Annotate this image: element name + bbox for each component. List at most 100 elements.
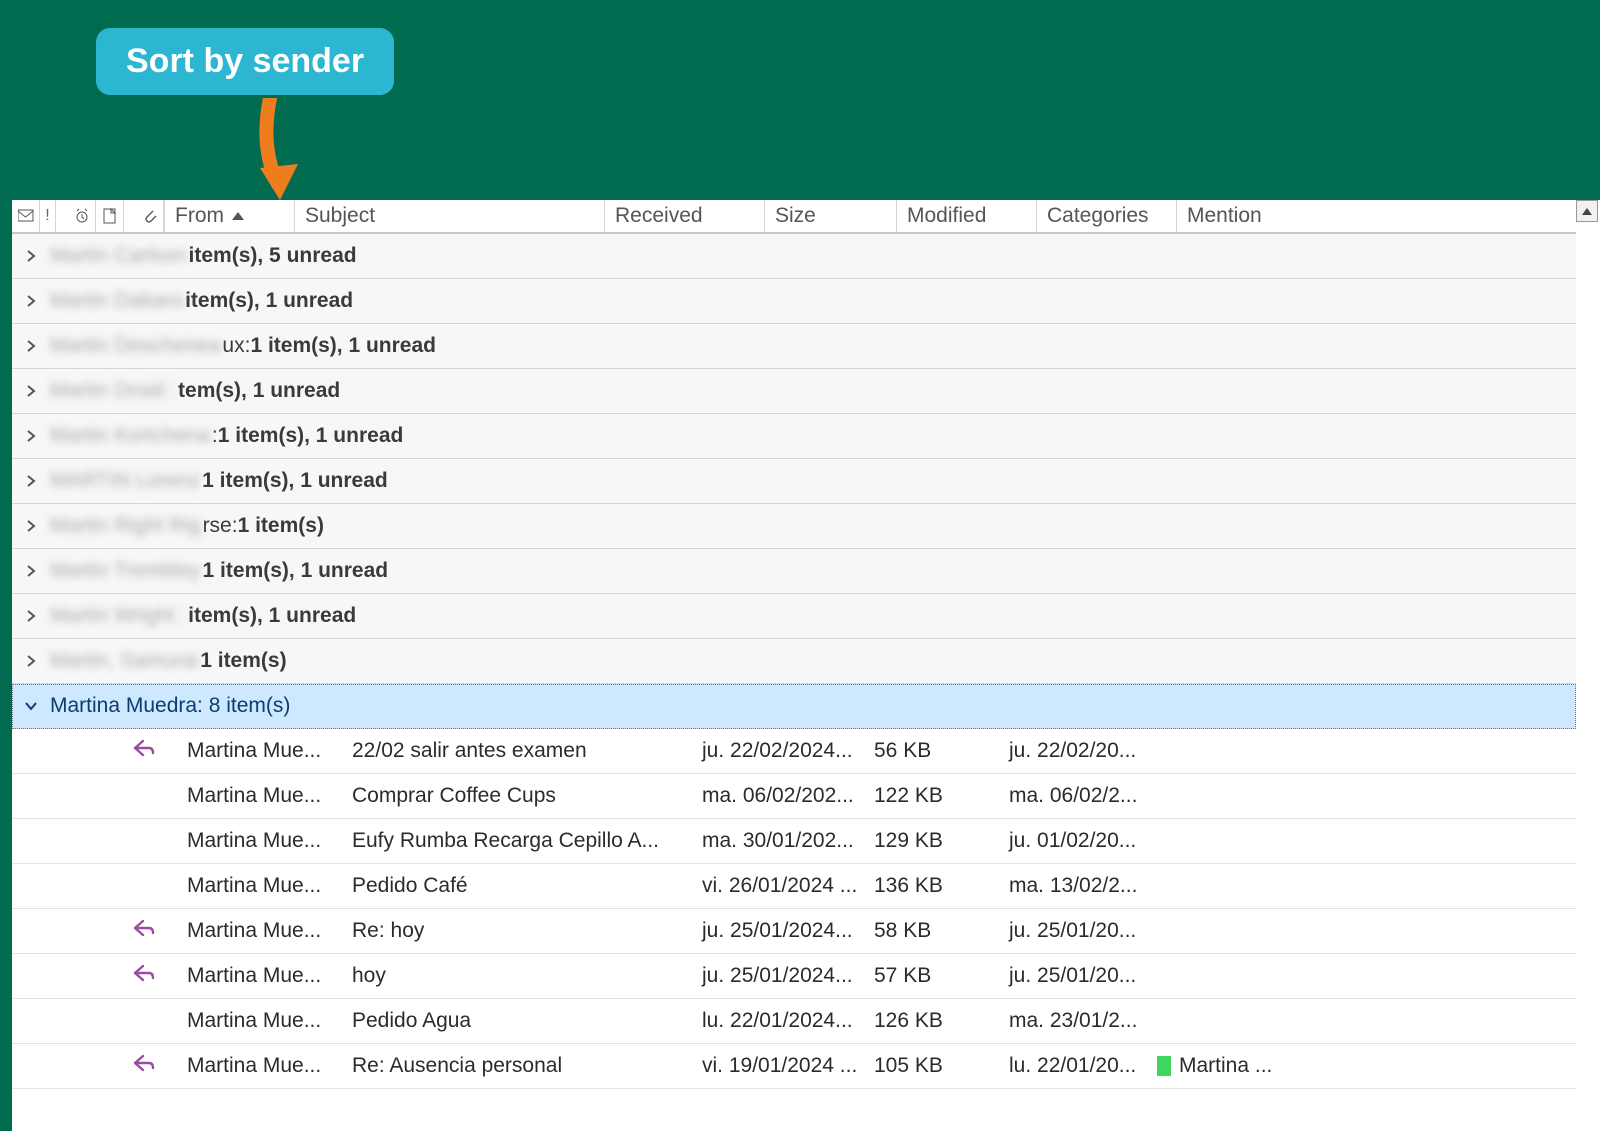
message-modified: ma. 06/02/2...	[1009, 784, 1157, 808]
reply-icon	[131, 917, 157, 946]
group-suffix: ux:	[222, 334, 250, 358]
group-title: Martina Muedra: 8 item(s)	[50, 694, 290, 718]
column-header-categories[interactable]: Categories	[1036, 200, 1176, 232]
chevron-right-icon	[24, 294, 42, 308]
scroll-up-button[interactable]	[1576, 200, 1598, 222]
message-size: 122 KB	[874, 784, 1009, 808]
message-subject: Re: Ausencia personal	[352, 1054, 702, 1078]
message-modified: ju. 01/02/20...	[1009, 829, 1157, 853]
message-category: Martina ...	[1157, 1054, 1272, 1078]
message-row[interactable]: Martina Mue...Pedido Agualu. 22/01/2024.…	[12, 999, 1576, 1044]
group-suffix: rse:	[203, 514, 238, 538]
group-sender-blurred: Martin Deschenea	[50, 334, 220, 358]
message-received: vi. 26/01/2024 ...	[702, 874, 874, 898]
message-received: ma. 30/01/202...	[702, 829, 874, 853]
message-received: lu. 22/01/2024...	[702, 1009, 874, 1033]
message-modified: ju. 22/02/20...	[1009, 739, 1157, 763]
message-size: 129 KB	[874, 829, 1009, 853]
group-count: 1 item(s)	[200, 649, 286, 673]
reply-cell	[12, 1052, 187, 1081]
column-header-modified-label: Modified	[907, 204, 986, 228]
column-header-received[interactable]: Received	[604, 200, 764, 232]
group-sender-blurred: Martin Wright :	[50, 604, 186, 628]
group-row[interactable]: Martin Right Rigrse: 1 item(s)	[12, 504, 1576, 549]
message-size: 56 KB	[874, 739, 1009, 763]
group-count: item(s), 5 unread	[189, 244, 357, 268]
annotation-arrow-icon	[230, 98, 310, 218]
group-row[interactable]: Martin, Samurai1 item(s)	[12, 639, 1576, 684]
group-row[interactable]: Martin Kortchena: 1 item(s), 1 unread	[12, 414, 1576, 459]
message-modified: ma. 23/01/2...	[1009, 1009, 1157, 1033]
groups-list: Martin Carlsonitem(s), 5 unreadMartin Da…	[12, 234, 1576, 684]
message-row[interactable]: Martina Mue...Re: Ausencia personalvi. 1…	[12, 1044, 1576, 1089]
message-received: ma. 06/02/202...	[702, 784, 874, 808]
column-importance-icon[interactable]: !	[40, 200, 56, 232]
group-row[interactable]: MARTIN Lorenz1 item(s), 1 unread	[12, 459, 1576, 504]
message-from: Martina Mue...	[187, 829, 352, 853]
message-size: 136 KB	[874, 874, 1009, 898]
column-header-categories-label: Categories	[1047, 204, 1149, 228]
group-count: 1 item(s), 1 unread	[203, 559, 389, 583]
group-count: tem(s), 1 unread	[178, 379, 340, 403]
message-modified: ju. 25/01/20...	[1009, 919, 1157, 943]
group-row[interactable]: Martin Dabaroitem(s), 1 unread	[12, 279, 1576, 324]
message-row[interactable]: Martina Mue...Pedido Cafévi. 26/01/2024 …	[12, 864, 1576, 909]
message-from: Martina Mue...	[187, 874, 352, 898]
group-sender-blurred: Martin, Samurai	[50, 649, 198, 673]
chevron-right-icon	[24, 384, 42, 398]
message-row[interactable]: Martina Mue...hoyju. 25/01/2024...57 KBj…	[12, 954, 1576, 999]
message-modified: lu. 22/01/20...	[1009, 1054, 1157, 1078]
message-from: Martina Mue...	[187, 919, 352, 943]
column-icon-icon[interactable]	[96, 200, 124, 232]
group-sender-blurred: MARTIN Lorenz	[50, 469, 200, 493]
group-sender-blurred: Martin Dabaro	[50, 289, 183, 313]
column-attachment-icon[interactable]	[136, 200, 164, 232]
chevron-right-icon	[24, 519, 42, 533]
message-received: ju. 25/01/2024...	[702, 964, 874, 988]
group-count: item(s), 1 unread	[188, 604, 356, 628]
reply-icon	[131, 962, 157, 991]
group-row[interactable]: Martin Droid :tem(s), 1 unread	[12, 369, 1576, 414]
chevron-right-icon	[24, 564, 42, 578]
chevron-right-icon	[24, 339, 42, 353]
message-size: 57 KB	[874, 964, 1009, 988]
chevron-right-icon	[24, 654, 42, 668]
group-count: item(s), 1 unread	[185, 289, 353, 313]
group-row[interactable]: Martin Descheneaux: 1 item(s), 1 unread	[12, 324, 1576, 369]
message-row[interactable]: Martina Mue...Comprar Coffee Cupsma. 06/…	[12, 774, 1576, 819]
reply-cell	[12, 962, 187, 991]
message-modified: ma. 13/02/2...	[1009, 874, 1157, 898]
column-reminder-icon[interactable]	[68, 200, 96, 232]
reply-cell	[12, 917, 187, 946]
column-header-subject[interactable]: Subject	[294, 200, 604, 232]
group-row[interactable]: Martin Wright :item(s), 1 unread	[12, 594, 1576, 639]
column-spacer	[56, 200, 68, 232]
group-sender-blurred: Martin Kortchena	[50, 424, 210, 448]
message-size: 58 KB	[874, 919, 1009, 943]
message-row[interactable]: Martina Mue...Re: hoyju. 25/01/2024...58…	[12, 909, 1576, 954]
column-header-mention[interactable]: Mention	[1176, 200, 1376, 232]
message-subject: Pedido Agua	[352, 1009, 702, 1033]
group-sender-blurred: Martin Right Rig	[50, 514, 201, 538]
message-row[interactable]: Martina Mue...22/02 salir antes examenju…	[12, 729, 1576, 774]
message-subject: Eufy Rumba Recarga Cepillo A...	[352, 829, 702, 853]
message-received: ju. 25/01/2024...	[702, 919, 874, 943]
annotation-text: Sort by sender	[126, 42, 364, 80]
column-header-size[interactable]: Size	[764, 200, 896, 232]
category-swatch	[1157, 1056, 1171, 1076]
column-header-subject-label: Subject	[305, 204, 375, 228]
column-header-received-label: Received	[615, 204, 703, 228]
message-subject: hoy	[352, 964, 702, 988]
message-row[interactable]: Martina Mue...Eufy Rumba Recarga Cepillo…	[12, 819, 1576, 864]
group-count: 1 item(s), 1 unread	[202, 469, 388, 493]
messages-list: Martina Mue...22/02 salir antes examenju…	[12, 729, 1576, 1089]
group-row-selected[interactable]: Martina Muedra: 8 item(s)	[12, 684, 1576, 729]
chevron-right-icon	[24, 429, 42, 443]
column-header-mention-label: Mention	[1187, 204, 1262, 228]
column-header-modified[interactable]: Modified	[896, 200, 1036, 232]
column-envelope-icon[interactable]	[12, 200, 40, 232]
column-header-size-label: Size	[775, 204, 816, 228]
group-row[interactable]: Martin Trembley1 item(s), 1 unread	[12, 549, 1576, 594]
reply-icon	[131, 737, 157, 766]
group-row[interactable]: Martin Carlsonitem(s), 5 unread	[12, 234, 1576, 279]
